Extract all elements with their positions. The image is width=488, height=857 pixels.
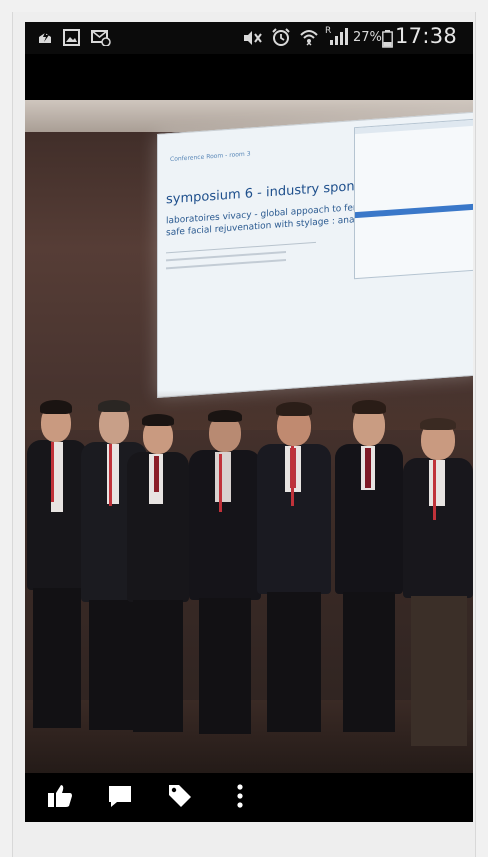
alarm-icon — [272, 28, 290, 46]
email-alert-icon — [91, 30, 111, 46]
tag-icon[interactable] — [165, 781, 195, 811]
photo-viewer[interactable]: Conference Room - room 3 symposium 6 - i… — [25, 100, 473, 773]
more-options-icon[interactable] — [225, 781, 255, 811]
roaming-signal-icon — [330, 28, 348, 45]
comment-icon[interactable] — [105, 781, 135, 811]
status-bar: R 27% 17:38 — [25, 22, 473, 54]
slide-table — [166, 241, 316, 270]
person-6 — [331, 400, 407, 740]
person-7 — [401, 418, 473, 748]
slide-logo: Conference Room - room 3 — [170, 150, 251, 164]
charging-icon — [39, 30, 51, 43]
person-5 — [253, 402, 335, 742]
battery-icon — [382, 30, 393, 48]
mute-icon — [244, 31, 262, 45]
battery-percent: 27% — [353, 30, 382, 45]
like-icon[interactable] — [45, 781, 75, 811]
clock: 17:38 — [395, 24, 458, 48]
gallery-icon — [63, 29, 80, 46]
schedule-panel — [354, 118, 473, 280]
projection-screen: Conference Room - room 3 symposium 6 - i… — [157, 111, 473, 398]
photo-toolbar — [25, 773, 473, 822]
person-3 — [125, 412, 191, 742]
phone-screen: R 27% 17:38 Conference Room - room 3 sym… — [25, 22, 473, 822]
wifi-icon — [300, 30, 318, 46]
